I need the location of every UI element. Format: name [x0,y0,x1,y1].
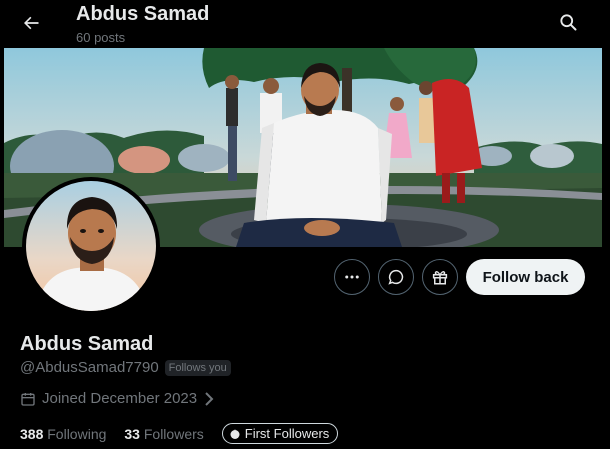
gift-button[interactable] [422,259,458,295]
avatar-illustration [26,181,156,311]
page-edge-right [602,48,610,449]
post-count: 60 posts [76,30,126,45]
calendar-icon [21,392,35,406]
page-title: Abdus Samad [76,3,210,25]
arrow-left-icon [24,16,39,30]
search-icon [560,14,577,31]
following-stat[interactable]: 388 Following [20,426,106,442]
more-horizontal-icon [345,275,359,279]
joined-date: Joined December 2023 [42,390,198,407]
message-button[interactable] [378,259,414,295]
back-button[interactable] [14,6,48,40]
first-followers-pill[interactable]: First Followers [221,423,339,444]
gift-icon [432,271,448,285]
following-label: Following [47,425,107,442]
first-followers-label: First Followers [244,426,330,441]
followers-count: 33 [124,425,140,442]
top-bar: Abdus Samad 60 posts [0,0,610,48]
handle: @AbdusSamad7790 [20,359,159,376]
search-button[interactable] [552,6,584,38]
display-name: Abdus Samad [20,333,154,355]
followers-stat[interactable]: 33 Followers [124,426,203,442]
avatar[interactable] [22,177,160,315]
follows-you-badge: Follows you [164,359,231,376]
header-title-group: Abdus Samad 60 posts [76,3,209,45]
more-options-button[interactable] [334,259,370,295]
joined-row[interactable]: Joined December 2023 [20,390,215,407]
message-icon [388,269,404,285]
chevron-right-icon [205,391,214,406]
follow-back-button[interactable]: Follow back [466,259,585,295]
first-followers-icon [230,428,240,439]
handle-row: @AbdusSamad7790 Follows you [20,359,231,376]
followers-label: Followers [143,425,204,442]
following-count: 388 [20,425,44,442]
stats-row: 388 Following 33 Followers First Followe… [20,423,339,444]
